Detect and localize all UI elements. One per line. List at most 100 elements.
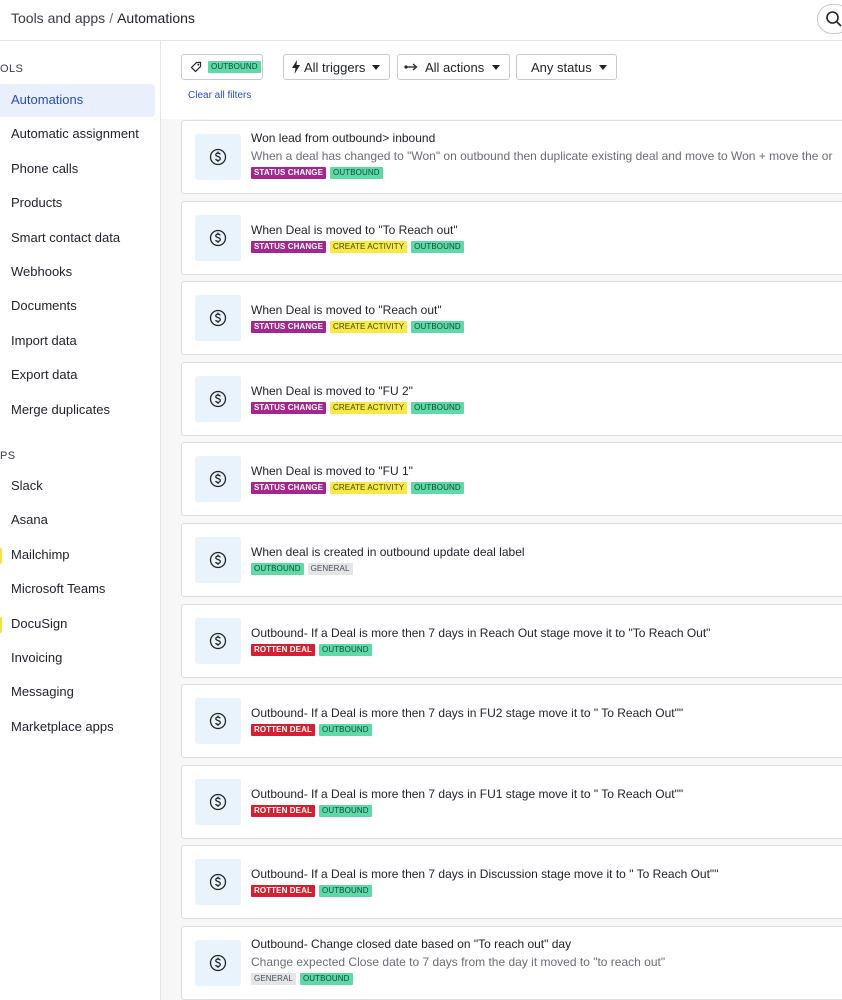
status-filter-dropdown[interactable]: Any status — [516, 54, 617, 80]
automation-icon — [195, 295, 241, 342]
automation-icon — [195, 940, 241, 986]
sidebar-item-app-3[interactable]: Microsoft Teams — [0, 573, 155, 606]
label-filter-button[interactable]: OUTBOUND — [181, 54, 263, 80]
sidebar-item-label: Smart contact data — [11, 229, 121, 245]
sidebar-item-tool-7[interactable]: Import data — [0, 325, 155, 358]
automation-title: When Deal is moved to "FU 2" — [251, 383, 413, 398]
page-title: Automations — [117, 10, 195, 26]
automation-card[interactable]: Outbound- If a Deal is more then 7 days … — [181, 603, 842, 678]
dollar-icon — [209, 471, 227, 488]
tag-activity: CREATE ACTIVITY — [330, 401, 408, 414]
sidebar-item-tool-0[interactable]: Automations — [0, 84, 155, 117]
breadcrumb-separator: / — [109, 10, 114, 26]
automation-icon — [195, 617, 241, 664]
tag-activity: CREATE ACTIVITY — [330, 482, 408, 495]
dollar-icon — [209, 632, 227, 649]
sidebar-item-app-7[interactable]: Marketplace apps — [0, 711, 155, 744]
automation-title: Outbound- If a Deal is more then 7 days … — [251, 867, 719, 882]
tag-outbound: OUTBOUND — [411, 321, 464, 334]
dollar-icon — [209, 551, 227, 569]
sidebar-item-app-5[interactable]: Invoicing — [0, 642, 155, 675]
automation-tags: OUTBOUND GENERAL — [251, 563, 357, 575]
tag-outbound: OUTBOUND — [319, 885, 372, 898]
sidebar-item-app-6[interactable]: Messaging — [0, 676, 155, 709]
tag-outbound: OUTBOUND — [319, 724, 372, 737]
tag-outbound: OUTBOUND — [411, 240, 464, 253]
tag-activity: CREATE ACTIVITY — [330, 321, 408, 334]
sidebar-item-label: Microsoft Teams — [11, 581, 106, 597]
clear-all-filters-link[interactable]: Clear all filters — [188, 90, 251, 101]
filter-bar: OUTBOUND All triggers All actions Any st… — [161, 41, 842, 119]
dollar-icon — [209, 390, 227, 407]
automation-icon — [195, 698, 241, 745]
sidebar-item-tool-4[interactable]: Smart contact data — [0, 222, 155, 255]
sidebar-item-label: Automations — [11, 92, 84, 107]
tag-activity: CREATE ACTIVITY — [330, 240, 408, 253]
automation-title: Outbound- If a Deal is more then 7 days … — [251, 706, 684, 721]
sidebar-item-tool-6[interactable]: Documents — [0, 290, 155, 323]
automation-title: When Deal is moved to "To Reach out" — [251, 222, 458, 237]
label-filter-chip: OUTBOUND — [208, 61, 261, 73]
chevron-down-icon — [599, 65, 607, 70]
automation-description: When a deal has changed to "Won" on outb… — [251, 149, 833, 163]
triggers-filter-label: All triggers — [304, 60, 366, 75]
automation-card[interactable]: When deal is created in outbound update … — [181, 523, 842, 597]
tag-status: STATUS CHANGE — [251, 401, 327, 414]
tag-outbound: OUTBOUND — [319, 643, 372, 656]
sidebar-item-tool-8[interactable]: Export data — [0, 359, 155, 392]
automation-tags: ROTTEN DEAL OUTBOUND — [251, 885, 376, 898]
breadcrumb: Tools and apps / Automations — [11, 10, 195, 26]
automation-card[interactable]: Won lead from outbound> inbound When a de… — [181, 120, 842, 194]
automation-card[interactable]: When Deal is moved to "Reach out" STATUS … — [181, 281, 842, 356]
automation-card[interactable]: Outbound- If a Deal is more then 7 days … — [181, 764, 842, 839]
automation-card[interactable]: When Deal is moved to "FU 2" STATUS CHANG… — [181, 361, 842, 436]
automation-card[interactable]: Outbound- Change closed date based on "T… — [181, 926, 842, 1000]
automation-title: Outbound- Change closed date based on "T… — [251, 937, 572, 951]
automation-title: Outbound- If a Deal is more then 7 days … — [251, 625, 711, 640]
sidebar-item-app-1[interactable]: Asana — [0, 504, 155, 537]
sidebar-item-app-4[interactable]: DocuSign — [0, 608, 155, 641]
automation-title: When Deal is moved to "Reach out" — [251, 303, 442, 318]
dollar-icon — [209, 954, 227, 972]
automation-tags: ROTTEN DEAL OUTBOUND — [251, 804, 376, 817]
search-button[interactable] — [817, 4, 842, 34]
lightning-icon — [292, 60, 300, 74]
tag-general: GENERAL — [307, 563, 353, 575]
automation-icon — [195, 456, 241, 503]
actions-filter-label: All actions — [425, 60, 485, 75]
automation-title: When deal is created in outbound update … — [251, 545, 525, 559]
automation-card[interactable]: Outbound- If a Deal is more then 7 days … — [181, 845, 842, 920]
sidebar-item-label: DocuSign — [11, 615, 68, 631]
automation-card[interactable]: When Deal is moved to "To Reach out" STAT… — [181, 200, 842, 275]
sidebar-item-app-0[interactable]: Slack — [0, 470, 155, 503]
tag-status: STATUS CHANGE — [251, 240, 327, 253]
sidebar-tools-heading: OLS — [0, 63, 24, 75]
triggers-filter-dropdown[interactable]: All triggers — [283, 54, 390, 80]
sidebar-item-app-2[interactable]: Mailchimp — [0, 539, 155, 572]
sidebar-item-label: Phone calls — [11, 160, 79, 176]
automation-card[interactable]: When Deal is moved to "FU 1" STATUS CHANG… — [181, 442, 842, 517]
tag-status: STATUS CHANGE — [251, 167, 327, 179]
sidebar-item-tool-2[interactable]: Phone calls — [0, 153, 155, 186]
automation-icon — [195, 375, 241, 422]
sidebar-item-tool-9[interactable]: Merge duplicates — [0, 394, 155, 427]
chevron-down-icon — [492, 65, 500, 70]
automation-description: Change expected Close date to 7 days fro… — [251, 955, 666, 969]
automation-icon — [195, 778, 241, 825]
actions-filter-dropdown[interactable]: All actions — [397, 54, 510, 80]
sidebar-item-tool-5[interactable]: Webhooks — [0, 256, 155, 289]
tag-rotten: ROTTEN DEAL — [251, 724, 315, 737]
sidebar-item-tool-1[interactable]: Automatic assignment — [0, 118, 155, 151]
automation-tags: ROTTEN DEAL OUTBOUND — [251, 724, 376, 737]
breadcrumb-parent-link[interactable]: Tools and apps — [11, 10, 105, 26]
dollar-icon — [209, 148, 227, 166]
tag-outbound: OUTBOUND — [251, 563, 304, 575]
chevron-down-icon — [372, 65, 380, 70]
tag-general: GENERAL — [251, 973, 296, 985]
top-bar: Tools and apps / Automations — [0, 0, 842, 41]
sidebar-item-label: Invoicing — [11, 650, 63, 665]
automation-card[interactable]: Outbound- If a Deal is more then 7 days … — [181, 684, 842, 759]
tag-outbound: OUTBOUND — [330, 167, 383, 179]
sidebar-item-tool-3[interactable]: Products — [0, 187, 155, 220]
automation-icon — [195, 134, 241, 180]
